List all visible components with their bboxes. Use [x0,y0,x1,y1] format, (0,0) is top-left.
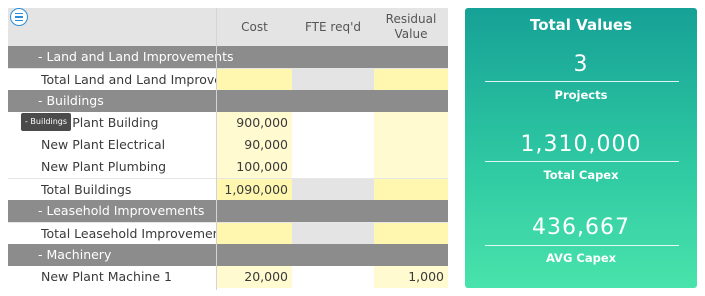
group-row[interactable]: - Machinery [8,244,448,266]
residual-cell [374,179,448,201]
table-row: New Plant Building 900,000 [8,112,448,134]
row-label: Total Land and Land Improvements [41,72,216,87]
residual-cell[interactable]: 1,000 [374,266,448,288]
capex-grid: Cost FTE req'd Residual Value - Land and… [8,8,448,290]
group-label[interactable]: - Leasehold Improvements [38,200,204,222]
fte-cell[interactable] [292,266,374,288]
residual-cell [374,200,448,222]
residual-cell [374,46,448,68]
header-label-column [8,8,216,46]
row-label: New Plant Plumbing [41,159,167,174]
fte-cell [292,179,374,201]
cost-cell [217,223,292,245]
divider [485,245,679,246]
total-capex-value: 1,310,000 [520,132,642,157]
residual-cell[interactable] [374,134,448,156]
fte-cell [292,223,374,245]
column-header-residual-line2: Value [394,27,428,41]
column-header-residual-line1: Residual [385,12,437,26]
row-label: New Plant Machine 1 [41,269,172,284]
column-header-residual[interactable]: Residual Value [374,8,448,46]
cost-cell[interactable]: 20,000 [217,266,292,288]
table-row: New Plant Machine 1 20,000 1,000 [8,266,448,288]
residual-cell[interactable] [374,112,448,134]
total-row: Total Leasehold Improvements [8,222,448,245]
cost-cell [217,69,292,91]
cost-cell [217,90,292,112]
avg-capex-label: AVG Capex [545,251,617,265]
cost-cell [217,200,292,222]
row-label: Total Leasehold Improvements [41,226,216,241]
cost-cell [217,244,292,266]
divider [485,161,679,162]
projects-label: Projects [554,88,608,102]
column-header-cost[interactable]: Cost [217,8,292,46]
column-header-fte[interactable]: FTE req'd [292,8,374,46]
divider [485,81,679,82]
table-row: New Plant Plumbing 100,000 [8,156,448,178]
fte-cell [292,69,374,91]
fte-cell[interactable] [292,112,374,134]
total-capex-label: Total Capex [543,168,619,182]
cost-cell: 1,090,000 [217,179,292,201]
residual-cell [374,244,448,266]
group-label[interactable]: - Buildings [38,90,104,112]
group-label[interactable]: - Land and Land Improvements [38,46,233,68]
residual-cell [374,69,448,91]
cost-cell[interactable]: 90,000 [217,134,292,156]
total-row: Total Buildings 1,090,000 [8,178,448,201]
group-row[interactable]: - Leasehold Improvements [8,200,448,222]
row-label: Total Buildings [41,182,132,197]
tooltip: - Buildings [21,113,72,131]
group-row[interactable]: - Land and Land Improvements [8,46,448,68]
column-divider [216,8,217,290]
group-label[interactable]: - Machinery [38,244,111,266]
fte-cell[interactable] [292,134,374,156]
residual-cell [374,223,448,245]
panel-title: Total Values [529,16,633,34]
fte-cell [292,90,374,112]
fte-cell [292,46,374,68]
total-values-panel: Total Values 3 Projects 1,310,000 Total … [465,8,697,288]
projects-value: 3 [573,52,589,77]
table-row: New Plant Electrical 90,000 [8,134,448,156]
total-row: Total Land and Land Improvements [8,68,448,91]
row-label: New Plant Electrical [41,137,166,152]
fte-cell[interactable] [292,156,374,178]
grid-header: Cost FTE req'd Residual Value [8,8,448,46]
residual-cell [374,90,448,112]
cost-cell[interactable]: 900,000 [217,112,292,134]
fte-cell [292,200,374,222]
residual-cell[interactable] [374,156,448,178]
fte-cell [292,244,374,266]
grid-menu-icon[interactable] [10,8,28,26]
group-row[interactable]: - Buildings [8,90,448,112]
avg-capex-value: 436,667 [532,215,630,240]
cost-cell[interactable]: 100,000 [217,156,292,178]
